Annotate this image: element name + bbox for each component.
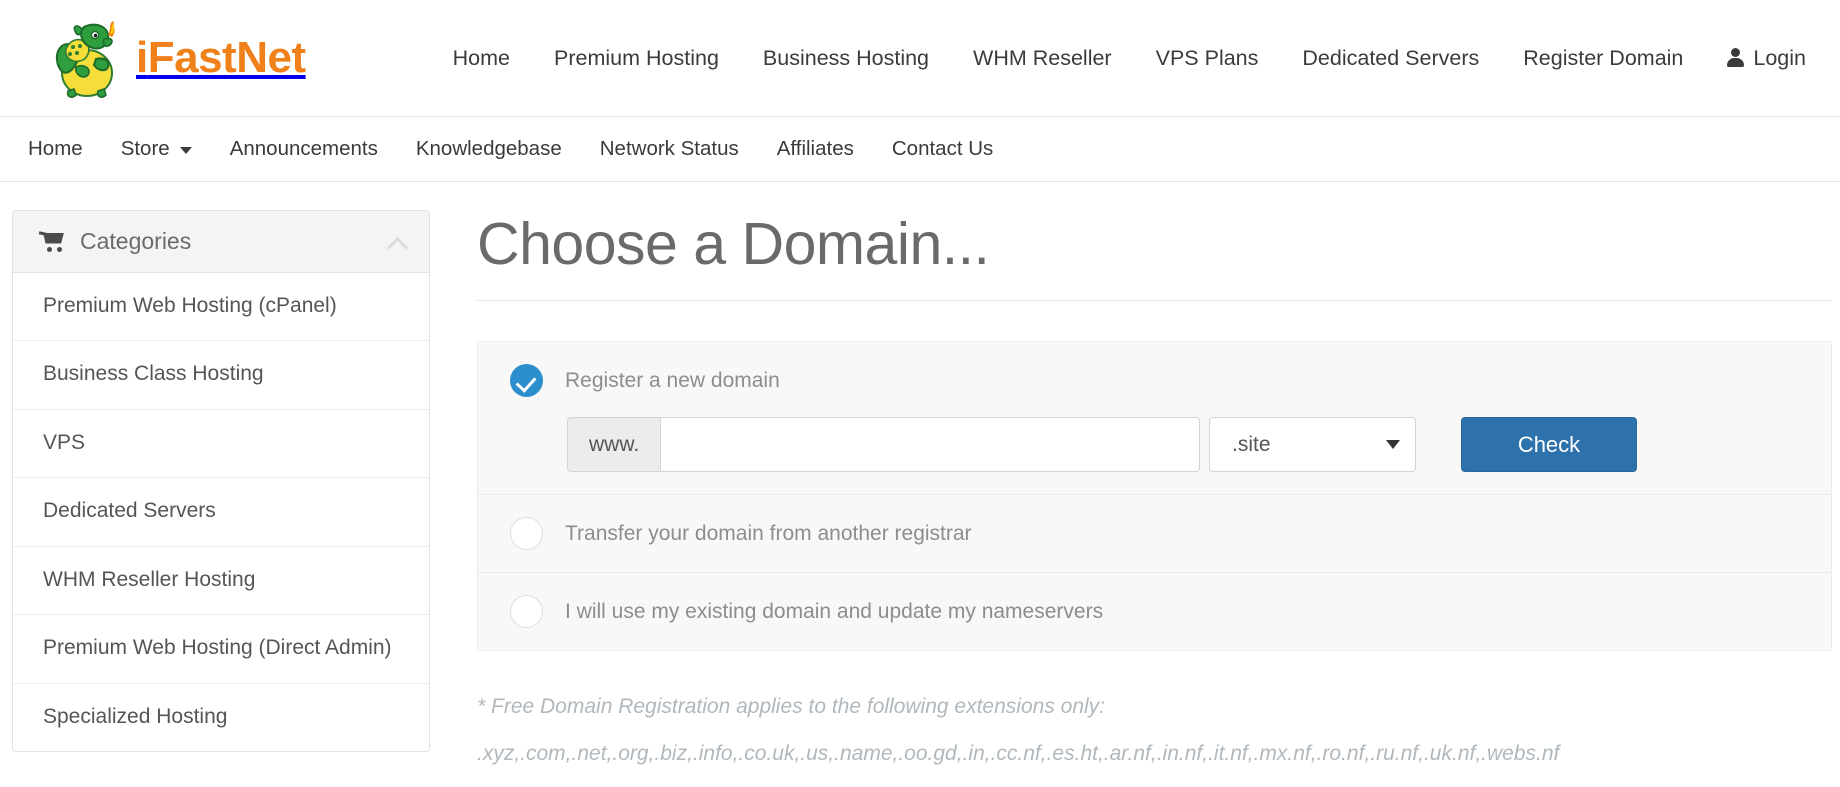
sidebar-item-vps[interactable]: VPS [13, 410, 429, 479]
brand-logo-link[interactable]: iFastNet [46, 15, 306, 101]
option-register-new-domain[interactable]: Register a new domain www. .site Check [478, 342, 1831, 495]
www-prefix-addon: www. [567, 417, 661, 472]
nav-item-register-domain[interactable]: Register Domain [1501, 46, 1705, 71]
brand-name-rest: FastNet [147, 33, 306, 82]
nav-item-whm-reseller[interactable]: WHM Reseller [951, 46, 1134, 71]
page-body: Categories Premium Web Hosting (cPanel) … [0, 182, 1840, 773]
radio-transfer-domain[interactable] [510, 517, 543, 550]
subnav-item-network-status[interactable]: Network Status [581, 137, 758, 161]
nav-item-vps-plans[interactable]: VPS Plans [1134, 46, 1281, 71]
option-transfer-domain[interactable]: Transfer your domain from another regist… [478, 495, 1831, 573]
free-registration-note: * Free Domain Registration applies to th… [477, 689, 1832, 773]
subnav-label: Contact Us [891, 137, 994, 160]
chevron-up-icon[interactable] [387, 236, 407, 248]
subnav-label: Knowledgebase [415, 137, 562, 160]
subnav-label: Store [120, 137, 170, 160]
login-label: Login [1753, 45, 1806, 70]
chevron-down-icon [1386, 440, 1400, 449]
subnav-label: Network Status [599, 137, 739, 160]
shopping-cart-icon [38, 230, 65, 252]
subnav-item-home[interactable]: Home [28, 137, 102, 161]
option-label-register-new-domain: Register a new domain [565, 368, 780, 392]
subnav-item-knowledgebase[interactable]: Knowledgebase [397, 137, 581, 161]
sidebar-item-whm-reseller-hosting[interactable]: WHM Reseller Hosting [13, 547, 429, 616]
radio-register-new-domain[interactable] [510, 364, 543, 397]
subnav-label: Affiliates [776, 137, 854, 160]
subnav-item-affiliates[interactable]: Affiliates [758, 137, 873, 161]
main-content: Choose a Domain... Register a new domain… [430, 210, 1840, 773]
option-label-use-existing-domain: I will use my existing domain and update… [565, 599, 1104, 623]
user-icon [1727, 48, 1745, 68]
sidebar-item-business-class-hosting[interactable]: Business Class Hosting [13, 341, 429, 410]
secondary-navigation: Home Store Announcements Knowledgebase N… [0, 117, 1840, 182]
brand-name: iFastNet [136, 33, 306, 83]
domain-input-group: www. [567, 417, 1200, 472]
login-link[interactable]: Login [1705, 46, 1806, 71]
categories-sidebar: Categories Premium Web Hosting (cPanel) … [12, 210, 430, 753]
free-extensions-list: .xyz,.com,.net,.org,.biz,.info,.co.uk,.u… [477, 741, 1560, 765]
subnav-item-announcements[interactable]: Announcements [211, 137, 397, 161]
categories-list: Premium Web Hosting (cPanel) Business Cl… [13, 273, 429, 751]
categories-title: Categories [80, 228, 192, 254]
nav-item-dedicated-servers[interactable]: Dedicated Servers [1280, 46, 1501, 71]
option-use-existing-domain[interactable]: I will use my existing domain and update… [478, 573, 1831, 650]
subnav-item-contact-us[interactable]: Contact Us [873, 137, 1012, 161]
option-label-transfer-domain: Transfer your domain from another regist… [565, 521, 972, 545]
subnav-item-store[interactable]: Store [102, 137, 211, 161]
domain-search-form: www. .site Check [510, 417, 1805, 472]
subnav-label: Announcements [229, 137, 378, 160]
nav-item-business-hosting[interactable]: Business Hosting [741, 46, 951, 71]
tld-select[interactable]: .site [1209, 417, 1416, 472]
subnav-label: Home [28, 137, 83, 160]
sidebar-item-specialized-hosting[interactable]: Specialized Hosting [13, 684, 429, 751]
free-note-text: * Free Domain Registration applies to th… [477, 695, 1106, 718]
chevron-down-icon [179, 147, 192, 154]
categories-header[interactable]: Categories [13, 211, 429, 273]
radio-use-existing-domain[interactable] [510, 595, 543, 628]
sidebar-item-premium-web-hosting-direct-admin[interactable]: Premium Web Hosting (Direct Admin) [13, 615, 429, 684]
check-domain-button[interactable]: Check [1461, 417, 1637, 472]
site-header: iFastNet Home Premium Hosting Business H… [0, 0, 1840, 117]
page-title: Choose a Domain... [477, 210, 1832, 301]
primary-navigation: Home Premium Hosting Business Hosting WH… [306, 46, 1806, 71]
nav-item-premium-hosting[interactable]: Premium Hosting [532, 46, 741, 71]
tld-selected-value: .site [1232, 432, 1271, 456]
nav-item-home[interactable]: Home [431, 46, 532, 71]
domain-name-input[interactable] [660, 417, 1200, 472]
brand-name-prefix: i [136, 33, 148, 82]
sidebar-item-premium-web-hosting-cpanel[interactable]: Premium Web Hosting (cPanel) [13, 273, 429, 342]
domain-options-panel: Register a new domain www. .site Check T… [477, 341, 1832, 651]
sidebar-item-dedicated-servers[interactable]: Dedicated Servers [13, 478, 429, 547]
dragon-mascot-logo [46, 15, 132, 101]
